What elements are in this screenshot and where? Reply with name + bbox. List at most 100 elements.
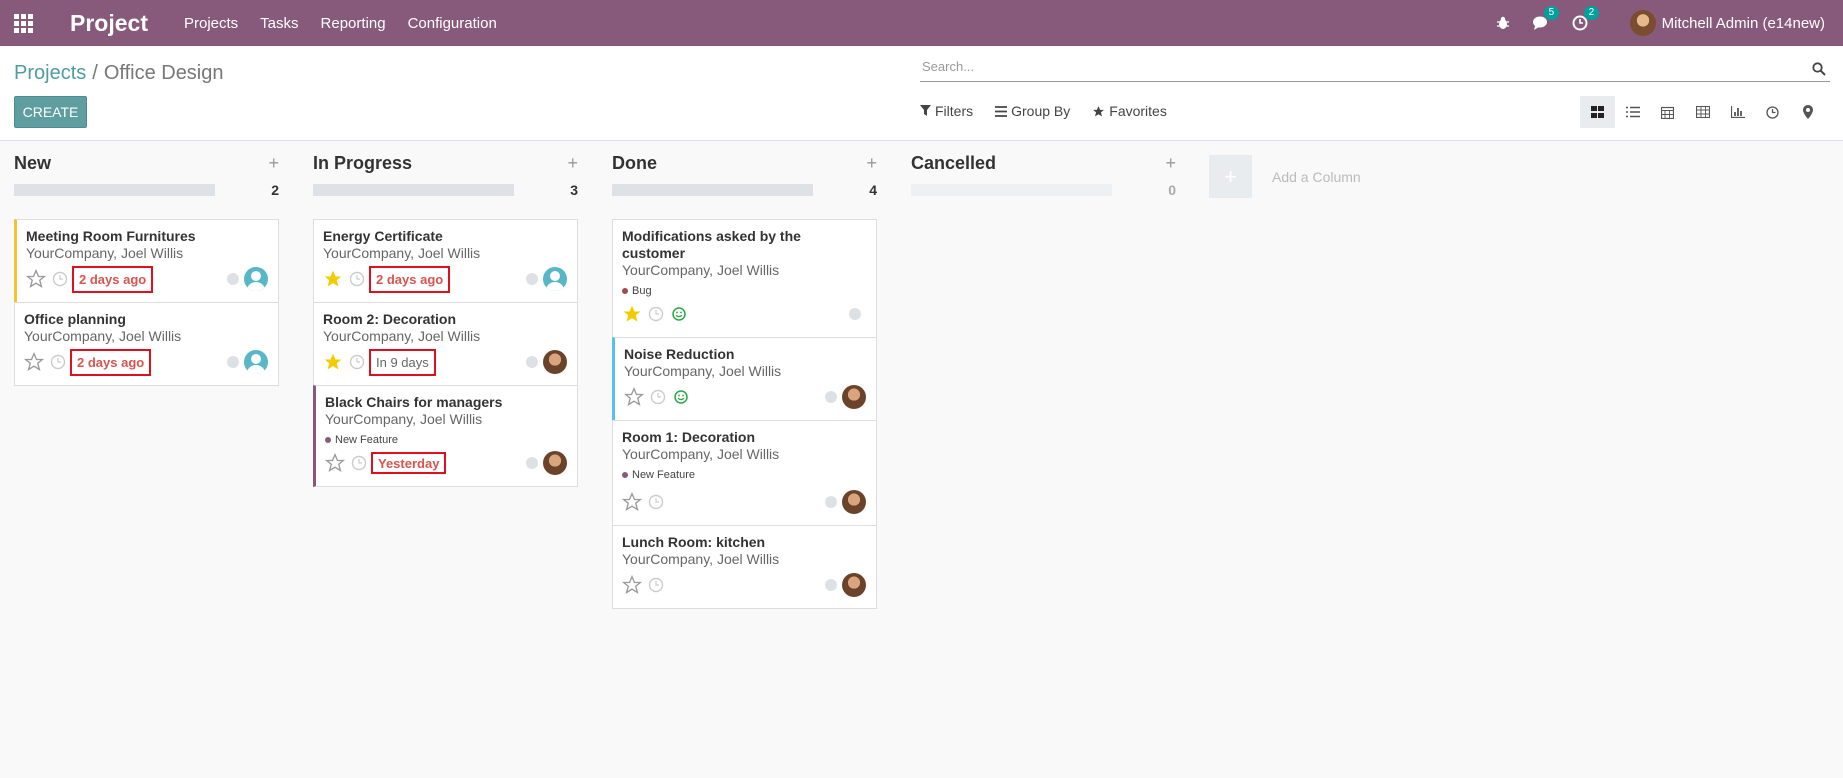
breadcrumb-projects-link[interactable]: Projects <box>14 62 86 84</box>
kanban-state-icon[interactable] <box>849 308 861 320</box>
star-filled-icon[interactable] <box>323 352 343 372</box>
task-subtitle: YourCompany, Joel Willis <box>622 551 780 567</box>
task-card[interactable]: Meeting Room Furnitures YourCompany, Joe… <box>14 219 279 303</box>
app-brand[interactable]: Project <box>70 10 148 37</box>
menu-tasks[interactable]: Tasks <box>260 15 298 32</box>
favorites-star-icon <box>1093 105 1105 116</box>
column-add-icon[interactable]: + <box>268 153 279 174</box>
task-card[interactable]: Energy Certificate YourCompany, Joel Wil… <box>313 219 578 303</box>
star-empty-icon[interactable] <box>26 269 46 289</box>
activities-clock-icon[interactable]: 2 <box>1572 6 1600 31</box>
star-filled-icon[interactable] <box>323 269 343 289</box>
map-view-icon[interactable] <box>1790 96 1825 128</box>
kanban-state-icon[interactable] <box>227 356 239 368</box>
activity-clock-icon[interactable] <box>52 271 68 287</box>
graph-view-icon[interactable] <box>1720 96 1755 128</box>
assignee-avatar <box>842 490 866 514</box>
messages-badge: 5 <box>1543 6 1560 20</box>
assignee-avatar <box>244 350 268 374</box>
kanban-state-icon[interactable] <box>526 457 538 469</box>
task-tag: New Feature <box>622 469 866 481</box>
task-card[interactable]: Lunch Room: kitchen YourCompany, Joel Wi… <box>612 525 877 609</box>
assignee-avatar <box>244 267 268 291</box>
task-subtitle: YourCompany, Joel Willis <box>26 245 184 261</box>
column-progress-bar[interactable] <box>911 184 1112 196</box>
smiley-rating-icon <box>674 390 688 404</box>
star-empty-icon[interactable] <box>325 453 345 473</box>
menu-projects[interactable]: Projects <box>184 15 238 32</box>
task-deadline: In 9 days <box>369 348 436 376</box>
task-title: Office planning <box>24 311 126 327</box>
star-empty-icon[interactable] <box>622 575 642 595</box>
kanban-state-icon[interactable] <box>526 273 538 285</box>
kanban-view-icon[interactable] <box>1580 96 1615 128</box>
task-card[interactable]: Black Chairs for managers YourCompany, J… <box>313 385 578 487</box>
tag-label: New Feature <box>335 434 398 446</box>
task-deadline: 2 days ago <box>369 265 451 293</box>
search-icon[interactable] <box>1812 62 1826 80</box>
kanban-state-icon[interactable] <box>825 496 837 508</box>
add-column-plus-icon[interactable]: + <box>1209 155 1252 198</box>
task-card[interactable]: Modifications asked by the customer Your… <box>612 219 877 338</box>
kanban-state-icon[interactable] <box>227 273 239 285</box>
group-by-icon <box>995 105 1008 117</box>
tag-color-dot <box>325 437 331 443</box>
column-add-icon[interactable]: + <box>1165 153 1176 174</box>
column-add-icon[interactable]: + <box>866 153 877 174</box>
column-count: 4 <box>869 182 877 198</box>
kanban-state-icon[interactable] <box>526 356 538 368</box>
menu-configuration[interactable]: Configuration <box>408 15 497 32</box>
activity-clock-icon[interactable] <box>648 577 664 593</box>
column-progress-bar[interactable] <box>313 184 514 196</box>
column-progress-bar[interactable] <box>14 184 215 196</box>
star-filled-icon[interactable] <box>622 304 642 324</box>
task-subtitle: YourCompany, Joel Willis <box>622 262 780 278</box>
list-view-icon[interactable] <box>1615 96 1650 128</box>
activity-clock-icon[interactable] <box>351 455 367 471</box>
messages-icon[interactable]: 5 <box>1532 6 1560 31</box>
column-progress-bar[interactable] <box>612 184 813 196</box>
calendar-view-icon[interactable] <box>1650 96 1685 128</box>
column-count: 2 <box>271 182 279 198</box>
task-title: Lunch Room: kitchen <box>622 534 766 550</box>
group-by-button[interactable]: Group By <box>995 103 1070 119</box>
activity-clock-icon[interactable] <box>50 354 66 370</box>
activity-clock-icon[interactable] <box>648 306 664 322</box>
kanban-board: New + 2 Meeting Room Furnitures YourComp… <box>0 141 1843 778</box>
favorites-button[interactable]: Favorites <box>1092 103 1167 119</box>
search-input[interactable] <box>920 59 1830 74</box>
group-by-label: Group By <box>1011 103 1071 119</box>
kanban-state-icon[interactable] <box>825 579 837 591</box>
task-card[interactable]: Room 2: Decoration YourCompany, Joel Wil… <box>313 302 578 386</box>
activities-badge: 2 <box>1583 6 1600 20</box>
column-count: 3 <box>570 182 578 198</box>
star-empty-icon[interactable] <box>24 352 44 372</box>
apps-menu-icon[interactable] <box>0 0 46 46</box>
pivot-view-icon[interactable] <box>1685 96 1720 128</box>
column-add-icon[interactable]: + <box>567 153 578 174</box>
star-empty-icon[interactable] <box>624 387 644 407</box>
debug-bug-icon[interactable] <box>1496 16 1510 30</box>
star-empty-icon[interactable] <box>622 492 642 512</box>
task-card[interactable]: Room 1: Decoration YourCompany, Joel Wil… <box>612 420 877 526</box>
search-bar <box>920 58 1830 82</box>
kanban-state-icon[interactable] <box>825 391 837 403</box>
activity-clock-icon[interactable] <box>349 354 365 370</box>
add-column[interactable]: + Add a Column <box>1209 155 1361 198</box>
create-button[interactable]: CREATE <box>14 96 87 128</box>
column-title: In Progress <box>313 153 413 173</box>
user-menu[interactable]: Mitchell Admin (e14new) <box>1629 10 1825 36</box>
task-card[interactable]: Noise Reduction YourCompany, Joel Willis <box>612 337 877 421</box>
activity-clock-icon[interactable] <box>349 271 365 287</box>
menu-reporting[interactable]: Reporting <box>321 15 386 32</box>
activity-view-icon[interactable] <box>1755 96 1790 128</box>
add-column-label[interactable]: Add a Column <box>1272 169 1361 185</box>
task-deadline: Yesterday <box>371 452 447 474</box>
activity-clock-icon[interactable] <box>648 494 664 510</box>
breadcrumb: Projects / Office Design <box>14 62 224 85</box>
task-title: Energy Certificate <box>323 228 443 244</box>
activity-clock-icon[interactable] <box>650 389 666 405</box>
task-card[interactable]: Office planning YourCompany, Joel Willis… <box>14 302 279 386</box>
filters-button[interactable]: Filters <box>920 103 973 119</box>
column-count: 0 <box>1168 182 1176 198</box>
